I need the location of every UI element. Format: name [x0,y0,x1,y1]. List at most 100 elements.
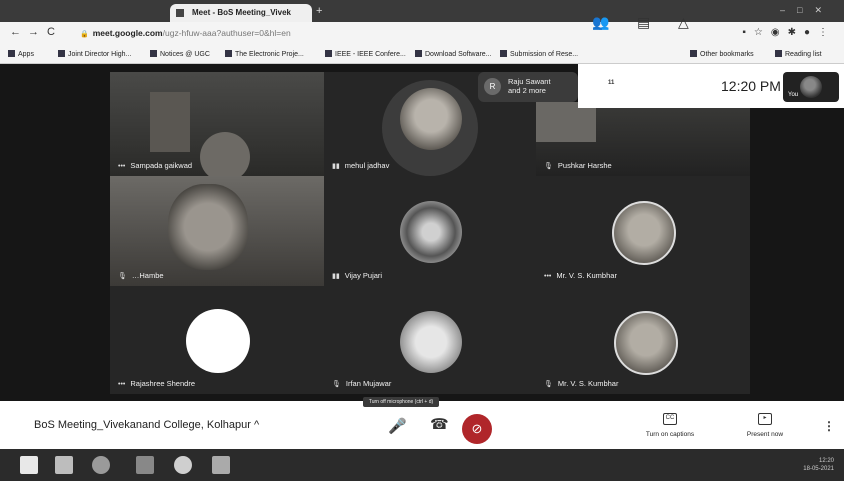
speaking-icon: ▮▮ [332,163,340,170]
video-tile[interactable]: ••• Rajashree Shendre [110,286,324,394]
participant-video [536,102,596,142]
meet-favicon-icon [176,8,184,17]
meeting-clock: 12:20 PM [721,78,781,94]
join-notification[interactable]: R Raju Sawant and 2 more [478,72,578,102]
avatar [400,88,462,150]
url-path: /ugz-hfuw-aaa?authuser=0&hl=en [162,28,291,38]
self-label: You [788,92,799,98]
video-tile[interactable]: ▮▮ Vijay Pujari [324,176,536,286]
notification-line2: and 2 more [508,86,546,95]
microphone-icon[interactable]: 🎤 [388,417,407,435]
bookmark-icon [500,50,507,57]
captions-label[interactable]: Turn on captions [634,431,706,438]
browser-tabstrip: Meet - BoS Meeting_Vivek + –□✕ [0,0,844,22]
system-tray[interactable]: 12:20 18-05-2021 [803,457,834,473]
avatar [614,311,678,375]
speaking-icon: ▮▮ [332,273,340,280]
participant-count: 11 [608,80,615,86]
people-icon[interactable]: 👥 [592,14,609,31]
video-tile[interactable]: 🎙 …Hambe [110,176,324,286]
mic-tooltip: Turn off microphone (ctrl + d) [363,397,439,407]
mic-off-icon: 🎙 [118,273,127,280]
bookmark-3[interactable]: The Electronic Proje... [225,50,304,58]
participant-video [200,132,250,176]
more-options-icon[interactable]: ••• [118,163,125,170]
forward-arrow-icon[interactable]: → [28,26,39,38]
bookmark-icon [225,50,232,57]
avatar [612,201,676,265]
browser-tab-meet[interactable]: Meet - BoS Meeting_Vivek [170,4,312,22]
reading-list[interactable]: Reading list [775,50,822,58]
reading-list-icon [775,50,782,57]
bookmark-icon [150,50,157,57]
camera-off-icon: ⊘ [471,421,483,436]
video-tile[interactable]: ••• Mr. V. S. Kumbhar [536,176,750,286]
windows-taskbar: 12:20 18-05-2021 [0,449,844,481]
app-icon[interactable] [212,456,230,474]
participant-name: ••• Mr. V. S. Kumbhar [544,271,617,280]
avatar [186,309,250,373]
participant-name: 🎙 Irfan Mujawar [332,379,392,388]
leave-call-icon[interactable]: ☎ [430,415,449,433]
extension-icons[interactable]: ▪☆◉✱●⋮ [742,27,836,38]
file-explorer-icon[interactable] [55,456,73,474]
url-host: meet.google.com [92,28,163,38]
participant-name: ▮▮ mehul jadhav [332,161,390,170]
more-options-icon[interactable]: ••• [118,381,125,388]
mic-off-icon: 🎙 [544,381,553,388]
bookmark-icon [415,50,422,57]
ieee-icon [325,50,332,57]
back-arrow-icon[interactable]: ← [10,26,21,38]
bookmark-2[interactable]: Notices @ UGC [150,50,210,58]
video-tile[interactable]: 🎙 Irfan Mujawar [324,286,536,394]
chat-icon[interactable]: ▤ [637,14,650,31]
present-label[interactable]: Present now [733,431,797,438]
more-options-icon[interactable]: ••• [544,273,551,280]
captions-icon[interactable]: CC [663,413,677,425]
tray-date: 18-05-2021 [803,466,834,472]
lock-icon: 🔒 [80,31,89,38]
bookmark-apps[interactable]: Apps [8,50,34,58]
participant-name: ••• Sampada gaikwad [118,161,193,170]
participant-name: 🎙 …Hambe [118,271,164,280]
bookmark-icon [58,50,65,57]
reload-icon[interactable]: C [47,26,55,38]
chevron-up-icon[interactable]: ^ [254,419,259,431]
mic-off-icon: 🎙 [332,381,341,388]
notification-avatar: R [484,78,501,95]
camera-off-button[interactable]: ⊘ [462,414,492,444]
participant-video [168,184,248,270]
activities-icon[interactable]: △ [678,14,689,31]
windows-start-icon[interactable] [20,456,38,474]
more-options-icon[interactable]: ⋮ [823,419,835,433]
background-shelf [150,92,190,152]
bookmark-4[interactable]: IEEE - IEEE Confere... [325,50,406,58]
bookmarks-bar: Apps Joint Director High... Notices @ UG… [0,44,844,64]
tray-time: 12:20 [818,458,834,464]
self-avatar [800,76,822,98]
avatar [400,311,462,373]
participant-name: 🎙 Mr. V. S. Kumbhar [544,379,619,388]
video-tile[interactable]: 🎙 Pushkar Harshe [536,102,750,176]
other-bookmarks[interactable]: Other bookmarks [690,50,754,58]
participant-name: ••• Rajashree Shendre [118,379,195,388]
address-bar[interactable]: 🔒 meet.google.com/ugz-hfuw-aaa?authuser=0… [80,26,720,41]
video-tile[interactable]: 🎙 Mr. V. S. Kumbhar [536,286,750,394]
bookmark-1[interactable]: Joint Director High... [58,50,131,58]
tab-title: Meet - BoS Meeting_Vivek [192,8,291,17]
browser-toolbar: ← → C 🔒 meet.google.com/ugz-hfuw-aaa?auth… [0,22,844,44]
present-icon[interactable]: ▸ [758,413,772,425]
chrome-icon[interactable] [174,456,192,474]
meet-screen: Meet - BoS Meeting_Vivek + –□✕ ← → C 🔒 me… [0,0,844,481]
bookmark-5[interactable]: Download Software... [415,50,492,58]
app-icon[interactable] [92,456,110,474]
avatar [400,201,462,263]
bookmark-6[interactable]: Submission of Rese... [500,50,578,58]
meeting-title[interactable]: BoS Meeting_Vivekanand College, Kolhapur… [34,419,259,431]
apps-grid-icon [8,50,15,57]
video-tile[interactable]: ••• Sampada gaikwad [110,72,324,176]
app-icon[interactable] [136,456,154,474]
window-controls[interactable]: –□✕ [780,5,834,16]
new-tab-icon[interactable]: + [316,5,322,17]
participant-name: 🎙 Pushkar Harshe [544,161,612,170]
